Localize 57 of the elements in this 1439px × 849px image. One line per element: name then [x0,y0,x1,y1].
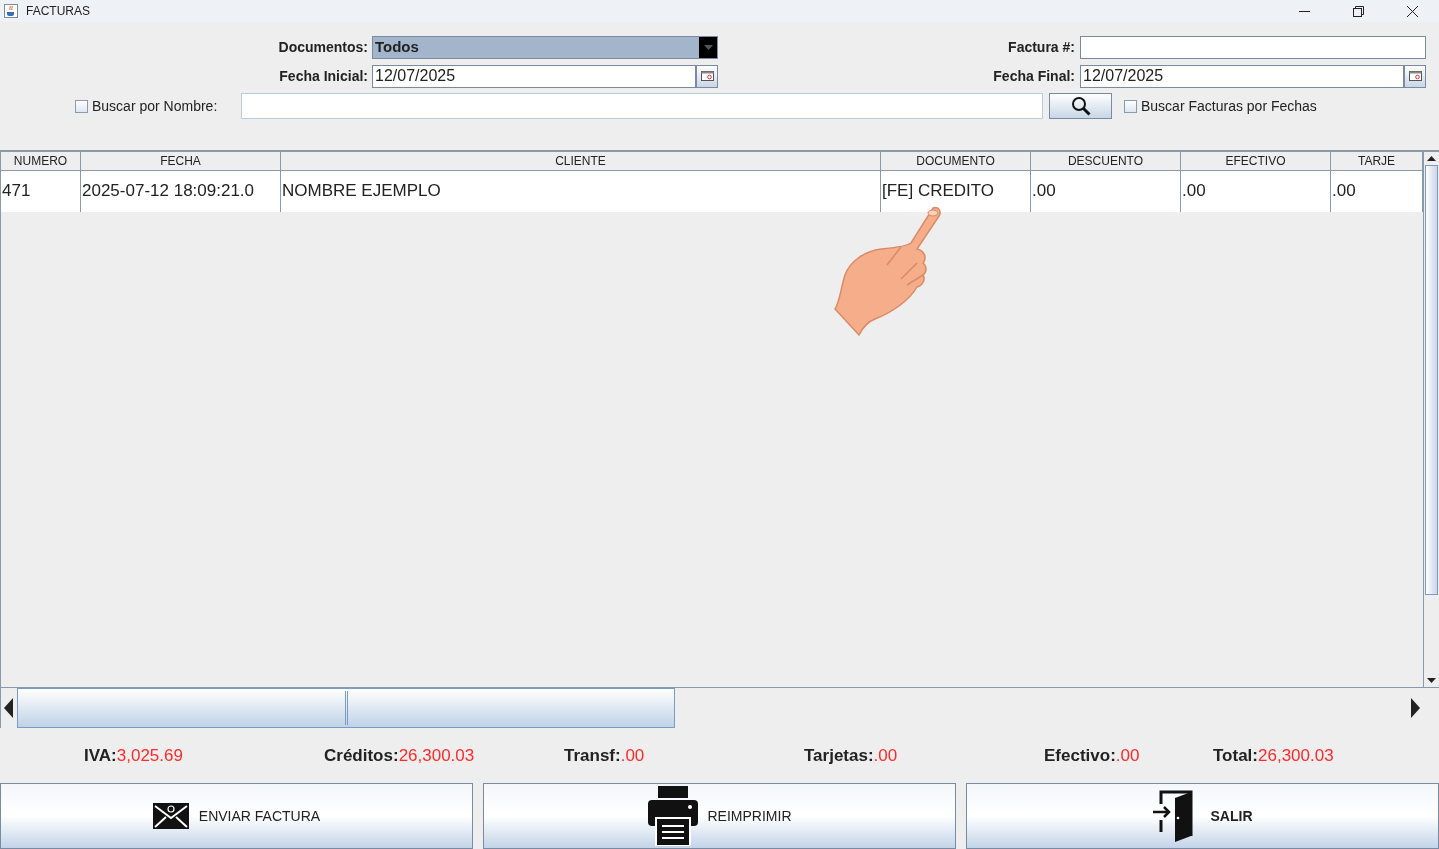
total-value: .00 [620,744,645,767]
column-header[interactable]: TARJE [1331,152,1423,171]
search-icon [1070,96,1091,116]
checkbox[interactable] [75,99,88,113]
field-label: Fecha Final: [993,66,1076,86]
envelope-icon [152,803,189,829]
total-value: 26,300.03 [1258,744,1334,767]
total-label: Total: [1213,744,1258,767]
checkbox-label: Buscar Facturas por Fechas [1141,96,1317,116]
column-header[interactable]: CLIENTE [281,152,881,171]
table-cell: 471 [1,171,81,212]
documentos-dropdown[interactable]: Todos [372,35,718,59]
total-value: .00 [1115,744,1140,767]
calendar-button[interactable] [1404,64,1426,88]
field-label: Documentos: [277,37,369,57]
table-cell: .00 [1181,171,1331,212]
total-label: Efectivo: [1044,744,1116,767]
window-title: FACTURAS [26,3,90,20]
table-cell: 2025-07-12 18:09:21.0 [81,171,281,212]
total-value: .00 [873,744,898,767]
total-value: 26,300.03 [398,744,475,767]
horizontal-scrollbar[interactable] [1,687,1439,728]
table-cell: .00 [1031,171,1181,212]
exit-door-icon [1152,790,1193,842]
calendar-icon [700,71,714,81]
total-label: Créditos: [324,744,399,767]
action-button[interactable]: ENVIAR FACTURA [0,783,473,849]
scrollbar-thumb[interactable] [17,688,675,728]
action-button[interactable]: REIMPRIMIR [483,783,956,849]
coffee-cup-icon [4,4,18,18]
column-header[interactable]: NUMERO [1,152,81,171]
checkbox-label: Buscar por Nombre: [92,96,219,116]
field-label: Factura #: [1008,37,1076,57]
table-cell: NOMBRE EJEMPLO [281,171,881,212]
calendar-icon [1408,71,1422,81]
column-header[interactable]: DESCUENTO [1031,152,1181,171]
column-header[interactable]: EFECTIVO [1181,152,1331,171]
total-label: Transf: [564,744,621,767]
total-label: Tarjetas: [804,744,874,767]
close-icon [1406,5,1418,17]
date-input[interactable]: 12/07/2025 [1080,64,1404,88]
column-header[interactable]: FECHA [81,152,281,171]
field-label: Fecha Inicial: [278,66,369,86]
search-button[interactable] [1049,93,1112,119]
column-header[interactable]: DOCUMENTO [881,152,1031,171]
vertical-scrollbar[interactable] [1423,152,1439,687]
calendar-button[interactable] [696,64,718,88]
total-label: IVA: [84,744,117,767]
factura-input[interactable] [1080,35,1426,59]
scrollbar-thumb[interactable] [1425,165,1438,595]
date-input[interactable]: 12/07/2025 [372,64,696,88]
restore-icon [1352,5,1364,17]
checkbox[interactable] [1124,99,1137,113]
name-search-input[interactable] [241,93,1043,119]
total-value: 3,025.69 [116,744,183,767]
printer-icon [647,786,698,846]
action-button[interactable]: SALIR [966,783,1439,849]
